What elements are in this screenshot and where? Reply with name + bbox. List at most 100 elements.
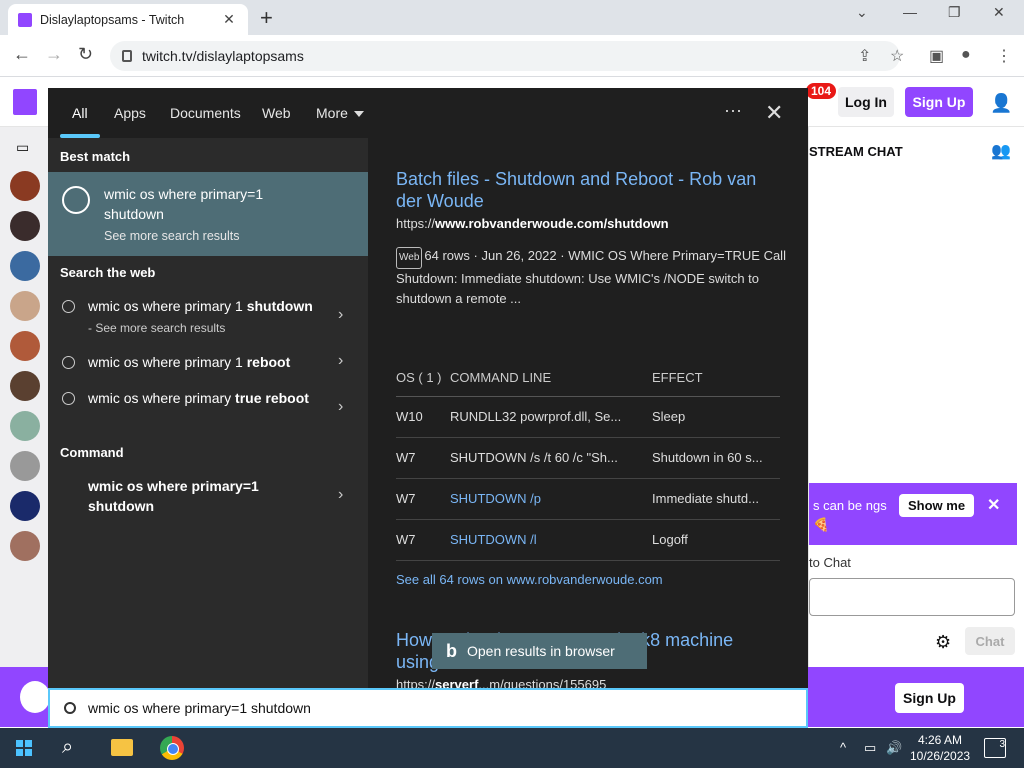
login-button[interactable]: Log In xyxy=(838,87,894,117)
chevron-right-icon[interactable]: › xyxy=(338,352,343,370)
chevron-right-icon[interactable]: › xyxy=(338,486,343,504)
channel-avatar[interactable] xyxy=(10,491,40,521)
best-match-item[interactable]: wmic os where primary=1 shutdown See mor… xyxy=(48,172,368,256)
address-bar[interactable]: twitch.tv/dislaylaptopsams xyxy=(110,41,900,71)
close-icon[interactable]: ✕ xyxy=(765,100,783,126)
channel-avatar[interactable] xyxy=(10,411,40,441)
browser-tab-twitch[interactable]: Dislaylaptopsams - Twitch ✕ xyxy=(8,4,248,35)
chat-input[interactable] xyxy=(809,578,1015,616)
windows-start-icon[interactable] xyxy=(16,740,32,756)
web-search-icon xyxy=(62,186,90,214)
file-explorer-icon[interactable] xyxy=(111,739,133,756)
back-icon[interactable]: ← xyxy=(13,44,31,65)
new-tab-icon[interactable]: + xyxy=(260,5,273,31)
command-item[interactable]: wmic os where primary=1 shutdown › xyxy=(48,476,368,518)
system-clock[interactable]: 4:26 AM 10/26/2023 xyxy=(910,732,970,764)
web-search-icon xyxy=(62,356,75,369)
bookmark-star-icon[interactable]: ☆ xyxy=(890,46,904,66)
windows-search-panel: All Apps Documents Web More ··· ✕ Best m… xyxy=(48,88,808,688)
chrome-icon[interactable] xyxy=(160,736,184,760)
result-table: OS ( 1 ) COMMAND LINE EFFECT W10 RUNDLL3… xyxy=(396,360,780,561)
channel-avatar[interactable] xyxy=(10,251,40,281)
glitch-mascot-icon xyxy=(20,681,50,713)
preview-pane: Batch files - Shutdown and Reboot - Rob … xyxy=(378,138,808,688)
web-search-icon xyxy=(62,300,75,313)
table-cell: W10 xyxy=(396,396,450,438)
volume-icon[interactable]: 🔊 xyxy=(886,740,902,756)
banner-signup-button[interactable]: Sign Up xyxy=(895,683,964,713)
notification-badge: 104 xyxy=(806,83,837,99)
more-options-icon[interactable]: ··· xyxy=(724,100,742,121)
tab-search-chevron-icon[interactable]: ⌄ xyxy=(856,4,868,21)
web-item-bold: reboot xyxy=(246,354,291,370)
channel-avatar[interactable] xyxy=(10,371,40,401)
tab-documents[interactable]: Documents xyxy=(170,105,241,121)
search-query-text: wmic os where primary=1 shutdown xyxy=(88,700,311,716)
table-row: W7 SHUTDOWN /p Immediate shutd... xyxy=(396,478,780,520)
show-hidden-icons-chevron-icon[interactable]: ^ xyxy=(840,740,846,755)
lock-icon xyxy=(122,50,132,62)
see-all-link[interactable]: See all 64 rows on www.robvanderwoude.co… xyxy=(396,572,663,587)
table-cell-link[interactable]: SHUTDOWN /l xyxy=(450,519,652,561)
open-results-in-browser-button[interactable]: b Open results in browser xyxy=(432,633,647,669)
menu-dots-icon[interactable]: ⋮ xyxy=(996,46,1012,66)
web-item-bold: true reboot xyxy=(235,390,309,406)
twitch-side-nav: ▭ xyxy=(0,127,50,667)
forward-icon[interactable]: → xyxy=(45,44,63,65)
web-badge: Web xyxy=(396,247,423,269)
share-icon[interactable]: ⇪ xyxy=(858,46,871,66)
search-input[interactable]: wmic os where primary=1 shutdown xyxy=(48,688,808,728)
chat-panel: STREAM CHAT 👥 s can be ngs 🍕 Show me ✕ t… xyxy=(808,127,1024,667)
table-cell: SHUTDOWN /s /t 60 /c "Sh... xyxy=(450,437,652,479)
video-camera-icon[interactable]: ▭ xyxy=(16,139,29,156)
promo-text: s can be ngs 🍕 xyxy=(813,498,887,532)
twitch-logo-icon[interactable] xyxy=(13,89,37,115)
user-icon[interactable]: 👤 xyxy=(990,93,1012,114)
column-header: EFFECT xyxy=(652,360,780,397)
table-cell: RUNDLL32 powrprof.dll, Se... xyxy=(450,396,652,438)
promo-close-icon[interactable]: ✕ xyxy=(987,495,1000,515)
channel-avatar[interactable] xyxy=(10,331,40,361)
channel-avatar[interactable] xyxy=(10,451,40,481)
web-item-small: - See more search results xyxy=(88,321,226,335)
gear-icon[interactable]: ⚙ xyxy=(935,632,951,653)
tab-all[interactable]: All xyxy=(72,105,88,121)
reload-icon[interactable]: ↻ xyxy=(78,44,93,65)
minimize-icon[interactable]: — xyxy=(903,4,917,20)
profile-icon[interactable]: ● xyxy=(961,46,971,64)
signup-button[interactable]: Sign Up xyxy=(905,87,973,117)
channel-avatar[interactable] xyxy=(10,211,40,241)
tab-web[interactable]: Web xyxy=(262,105,291,121)
tab-more[interactable]: More xyxy=(316,105,364,121)
search-web-heading: Search the web xyxy=(60,265,156,280)
table-cell-link[interactable]: SHUTDOWN /p xyxy=(450,478,652,520)
restore-icon[interactable]: ❐ xyxy=(948,4,961,21)
list-item[interactable]: wmic os where primary 1 reboot › xyxy=(48,352,368,376)
best-match-subtitle[interactable]: See more search results xyxy=(104,229,239,243)
chevron-right-icon[interactable]: › xyxy=(338,306,343,324)
channel-avatar[interactable] xyxy=(10,291,40,321)
channel-avatar[interactable] xyxy=(10,171,40,201)
result-snippet-text: 64 rows · Jun 26, 2022 · WMIC OS Where P… xyxy=(396,248,786,306)
chat-send-button[interactable]: Chat xyxy=(965,627,1015,655)
notification-center-icon[interactable]: 3 xyxy=(984,738,1006,758)
windows-taskbar: ⌕ ^ ▭ 🔊 4:26 AM 10/26/2023 3 xyxy=(0,728,1024,768)
web-item-text: wmic os where primary 1 reboot xyxy=(88,352,318,372)
window-close-icon[interactable]: ✕ xyxy=(993,4,1005,21)
chevron-right-icon[interactable]: › xyxy=(338,398,343,416)
side-panel-icon[interactable]: ▣ xyxy=(929,46,944,66)
tab-apps[interactable]: Apps xyxy=(114,105,146,121)
result-title-link[interactable]: Batch files - Shutdown and Reboot - Rob … xyxy=(396,168,776,212)
result-url-domain: serverf xyxy=(435,677,479,688)
network-icon[interactable]: ▭ xyxy=(864,740,876,756)
show-me-button[interactable]: Show me xyxy=(899,494,975,517)
list-item[interactable]: wmic os where primary 1 shutdown - See m… xyxy=(48,296,368,338)
result-url: https://www.robvanderwoude.com/shutdown xyxy=(396,216,669,231)
chat-users-icon[interactable]: 👥 xyxy=(991,141,1011,161)
list-item[interactable]: wmic os where primary true reboot › xyxy=(48,388,368,430)
search-filter-tabs: All Apps Documents Web More ··· ✕ xyxy=(48,88,808,138)
table-cell: W7 xyxy=(396,437,450,479)
tab-close-icon[interactable]: ✕ xyxy=(220,11,238,28)
taskbar-search-icon[interactable]: ⌕ xyxy=(62,736,73,759)
channel-avatar[interactable] xyxy=(10,531,40,561)
